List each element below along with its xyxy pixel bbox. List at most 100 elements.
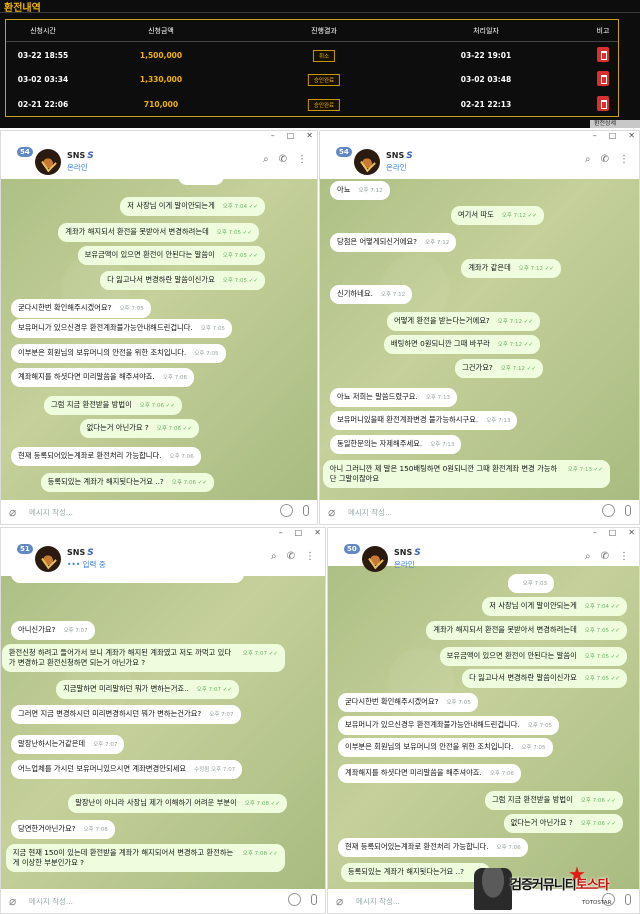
chat-message-received[interactable]: 아뇨 저희는 말씀드렸구요. 오후 7:13: [330, 388, 458, 407]
attach-icon[interactable]: ⌀: [336, 894, 343, 908]
more-vertical-icon[interactable]: ⋮: [619, 154, 629, 165]
chat-message-sent[interactable]: 아니 그러니깐 제 말은 150배팅하면 0원되니깐 그때 환전계좌 변경 가능…: [322, 460, 610, 488]
chat-message-received[interactable]: 신기하네요. 오후 7:12: [330, 285, 413, 304]
chat-message-received[interactable]: 동일한문의는 자제해주세요. 오후 7:13: [330, 435, 462, 454]
close-icon[interactable]: ✕: [314, 528, 321, 537]
chat-message-sent[interactable]: 보유금액이 있으면 환전이 안된다는 말씀이 오후 7:05: [77, 246, 265, 265]
chat-message-received[interactable]: 보유머니있을때 환전계좌변경 불가능하시구요. 오후 7:13: [330, 411, 518, 430]
chat-message-sent[interactable]: 지금말하면 미리말하던 뭐가 변하는거죠.. 오후 7:07: [56, 680, 239, 699]
chat-message-received[interactable]: 보유머니가 있으신경우 환전계좌불가능안내해드린겁니다. 오후 7:05: [11, 319, 233, 338]
emoji-icon[interactable]: [280, 504, 293, 517]
phone-icon[interactable]: ✆: [601, 154, 609, 165]
chat-message-sent[interactable]: 다 잃고나서 변경하란 말씀이신가요 오후 7:05: [100, 271, 265, 290]
more-vertical-icon[interactable]: ⋮: [297, 154, 307, 165]
more-vertical-icon[interactable]: ⋮: [305, 551, 315, 562]
search-icon[interactable]: ⌕: [585, 154, 591, 165]
search-icon[interactable]: ⌕: [271, 551, 277, 562]
maximize-icon[interactable]: □: [287, 131, 295, 140]
chat-message-received[interactable]: 말장난하시는거같은데 오후 7:07: [11, 735, 125, 754]
chat-message-sent[interactable]: 없다는거 아닌가요 ? 오후 7:06: [503, 814, 623, 833]
minimize-icon[interactable]: –: [593, 528, 597, 537]
chat-message-sent[interactable]: 다 잃고나서 변경하란 말씀이신가요 오후 7:05: [462, 669, 627, 688]
chat-message-sent[interactable]: 어떻게 환전을 받는다는거에요? 오후 7:12: [387, 312, 540, 331]
chat-message-received[interactable]: 굳다시한번 확인해주시겠어요? 오후 7:05: [338, 693, 478, 712]
chat-message-received[interactable]: 그러면 지금 변경하시던 미리변경하시던 뭐가 변하는건가요? 오후 7:07: [11, 705, 241, 724]
message-time: 오후 7:05: [527, 723, 553, 729]
chat-message-received[interactable]: 이부분은 회원님의 보유머니의 안전을 위한 조치입니다. 오후 7:05: [11, 344, 226, 363]
chat-message-received[interactable]: 굳다시한번 확인해주시겠어요? 오후 7:05: [11, 299, 151, 318]
chat-message-sent[interactable]: 등록되있는 계좌가 해지됫다는거요 ..?: [340, 863, 490, 882]
attach-icon[interactable]: ⌀: [328, 505, 335, 519]
chat-message-sent[interactable]: 그럼 지금 환전받을 방법이 오후 7:06: [43, 396, 182, 415]
attach-icon[interactable]: ⌀: [9, 894, 16, 908]
chat-message-sent[interactable]: 계좌가 해지되서 환전을 못받아서 변경하려는데 오후 7:05: [426, 621, 627, 640]
message-time: 오후 7:08: [83, 827, 108, 833]
microphone-icon[interactable]: [311, 894, 317, 905]
chat-message-received[interactable]: 아뇨 오후 7:12: [330, 181, 390, 200]
search-icon[interactable]: ⌕: [585, 551, 591, 562]
phone-icon[interactable]: ✆: [287, 551, 295, 562]
chat-message-received[interactable]: 보유머니가 있으신경우 환전계좌불가능안내해드린겁니다. 오후 7:05: [338, 716, 560, 735]
chat-message-received[interactable]: 당연한거아닌가요? 오후 7:08: [11, 820, 115, 839]
minimize-icon[interactable]: –: [279, 528, 283, 537]
chat-window-2: 아뇨오후 7:12 여기서 따도오후 7:12 당첨은 어떻게되신거에요?오후 7:…: [319, 130, 640, 525]
minimize-icon[interactable]: –: [593, 131, 597, 140]
message-input[interactable]: 메시지 작성...: [356, 896, 400, 907]
chat-message-sent[interactable]: 지금 현재 150이 있는데 환전받을 계좌가 해지되어서 변경하고 환전하는게…: [5, 844, 285, 872]
message-time: 오후 7:06: [581, 821, 616, 827]
maximize-icon[interactable]: □: [609, 131, 617, 140]
maximize-icon[interactable]: □: [295, 528, 303, 537]
exchange-detail-button[interactable]: 환전상세: [590, 120, 640, 128]
chat-message-sent[interactable]: 환전신청 하려고 들어가서 보니 계좌가 해지된 계좌였고 저도 까먹고 있다가…: [1, 644, 285, 672]
chat-message-sent[interactable]: 말장난이 아니라 사장님 제가 이해하기 어려운 부분이 오후 7:08: [68, 794, 287, 813]
close-icon[interactable]: ✕: [628, 528, 635, 537]
chat-message-received[interactable]: 계좌해지를 하셧다면 미리말씀을 해주셔야죠. 오후 7:06: [338, 764, 522, 783]
chat-message-sent[interactable]: 계좌가 해지되서 환전을 못받아서 변경하려는데 오후 7:05: [58, 223, 259, 242]
chat-message-sent[interactable]: 저 사장님 이게 말이안되는게 오후 7:04: [120, 197, 265, 216]
chat-message-sent[interactable]: 없다는거 아닌가요 ? 오후 7:06: [79, 419, 199, 438]
trash-icon[interactable]: [597, 71, 609, 86]
chat-message-sent[interactable]: 보유금액이 있으면 환전이 안된다는 말씀이 오후 7:05: [439, 647, 627, 666]
emoji-icon[interactable]: [602, 504, 615, 517]
message-text: 지금 현재 150이 있는데 환전받을 계좌가 해지되어서 변경하고 환전하는게…: [12, 848, 234, 867]
phone-icon[interactable]: ✆: [601, 551, 609, 562]
avatar[interactable]: [362, 546, 388, 572]
close-icon[interactable]: ✕: [628, 131, 635, 140]
chat-message-sent[interactable]: 여기서 따도 오후 7:12: [450, 206, 544, 225]
chat-message-received[interactable]: 아니신가요? 오후 7:07: [11, 621, 95, 640]
minimize-icon[interactable]: –: [271, 131, 275, 140]
message-input[interactable]: 메시지 작성...: [348, 507, 392, 518]
avatar[interactable]: [354, 149, 380, 175]
attach-icon[interactable]: ⌀: [9, 505, 16, 519]
avatar[interactable]: [35, 149, 61, 175]
chat-message-sent[interactable]: 배팅하면 0원되니깐 그때 바꾸라 오후 7:12: [383, 335, 540, 354]
microphone-icon[interactable]: [625, 505, 631, 516]
avatar[interactable]: [35, 546, 61, 572]
chat-message-received[interactable]: 계좌해지를 하셧다면 미리말씀을 해주셔야죠. 오후 7:06: [11, 368, 195, 387]
trash-icon[interactable]: [597, 47, 609, 62]
chat-message-received[interactable]: 이부분은 회원님의 보유머니의 안전을 위한 조치입니다. 오후 7:05: [338, 738, 553, 757]
search-icon[interactable]: ⌕: [263, 154, 269, 165]
chat-message-received[interactable]: 오후 7:03: [507, 574, 554, 593]
close-icon[interactable]: ✕: [306, 131, 313, 140]
chat-message-received[interactable]: 당첨은 어떻게되신거에요? 오후 7:12: [330, 233, 457, 252]
message-input[interactable]: 메시지 작성...: [29, 896, 73, 907]
chat-name: SNS S: [67, 151, 94, 161]
table-row: 03-02 03:34 1,330,000 승인완료 03-02 03:48: [6, 66, 618, 92]
emoji-icon[interactable]: [288, 893, 301, 906]
chat-message-sent[interactable]: 등록되있는 계좌가 해지됫다는거요 ..? 오후 7:06: [40, 473, 214, 492]
chat-message-sent[interactable]: 그럼 지금 환전받을 방법이 오후 7:06: [484, 791, 623, 810]
maximize-icon[interactable]: □: [609, 528, 617, 537]
chat-message-sent[interactable]: 그건가요? 오후 7:12: [455, 359, 543, 378]
microphone-icon[interactable]: [303, 505, 309, 516]
chat-message-sent[interactable]: 계좌가 같은데 오후 7:12: [461, 259, 561, 278]
message-input[interactable]: 메시지 작성...: [29, 507, 73, 518]
chat-message-received[interactable]: 어느업체를 가시던 보유머니있으시면 계좌변경안되세요 수정됨 오후 7:07: [11, 760, 243, 779]
chat-message-received[interactable]: 현재 등록되어있는계좌로 환전처리 가능합니다. 오후 7:06: [11, 447, 201, 466]
chat-message-sent[interactable]: 저 사장님 이게 말이안되는게 오후 7:04: [482, 597, 627, 616]
message-text: 굳다시한번 확인해주시겠어요?: [18, 303, 112, 312]
phone-icon[interactable]: ✆: [279, 154, 287, 165]
more-vertical-icon[interactable]: ⋮: [619, 551, 629, 562]
trash-icon[interactable]: [597, 96, 609, 111]
chat-message-received[interactable]: 현재 등록되어있는계좌로 환전처리 가능합니다. 오후 7:06: [338, 838, 528, 857]
